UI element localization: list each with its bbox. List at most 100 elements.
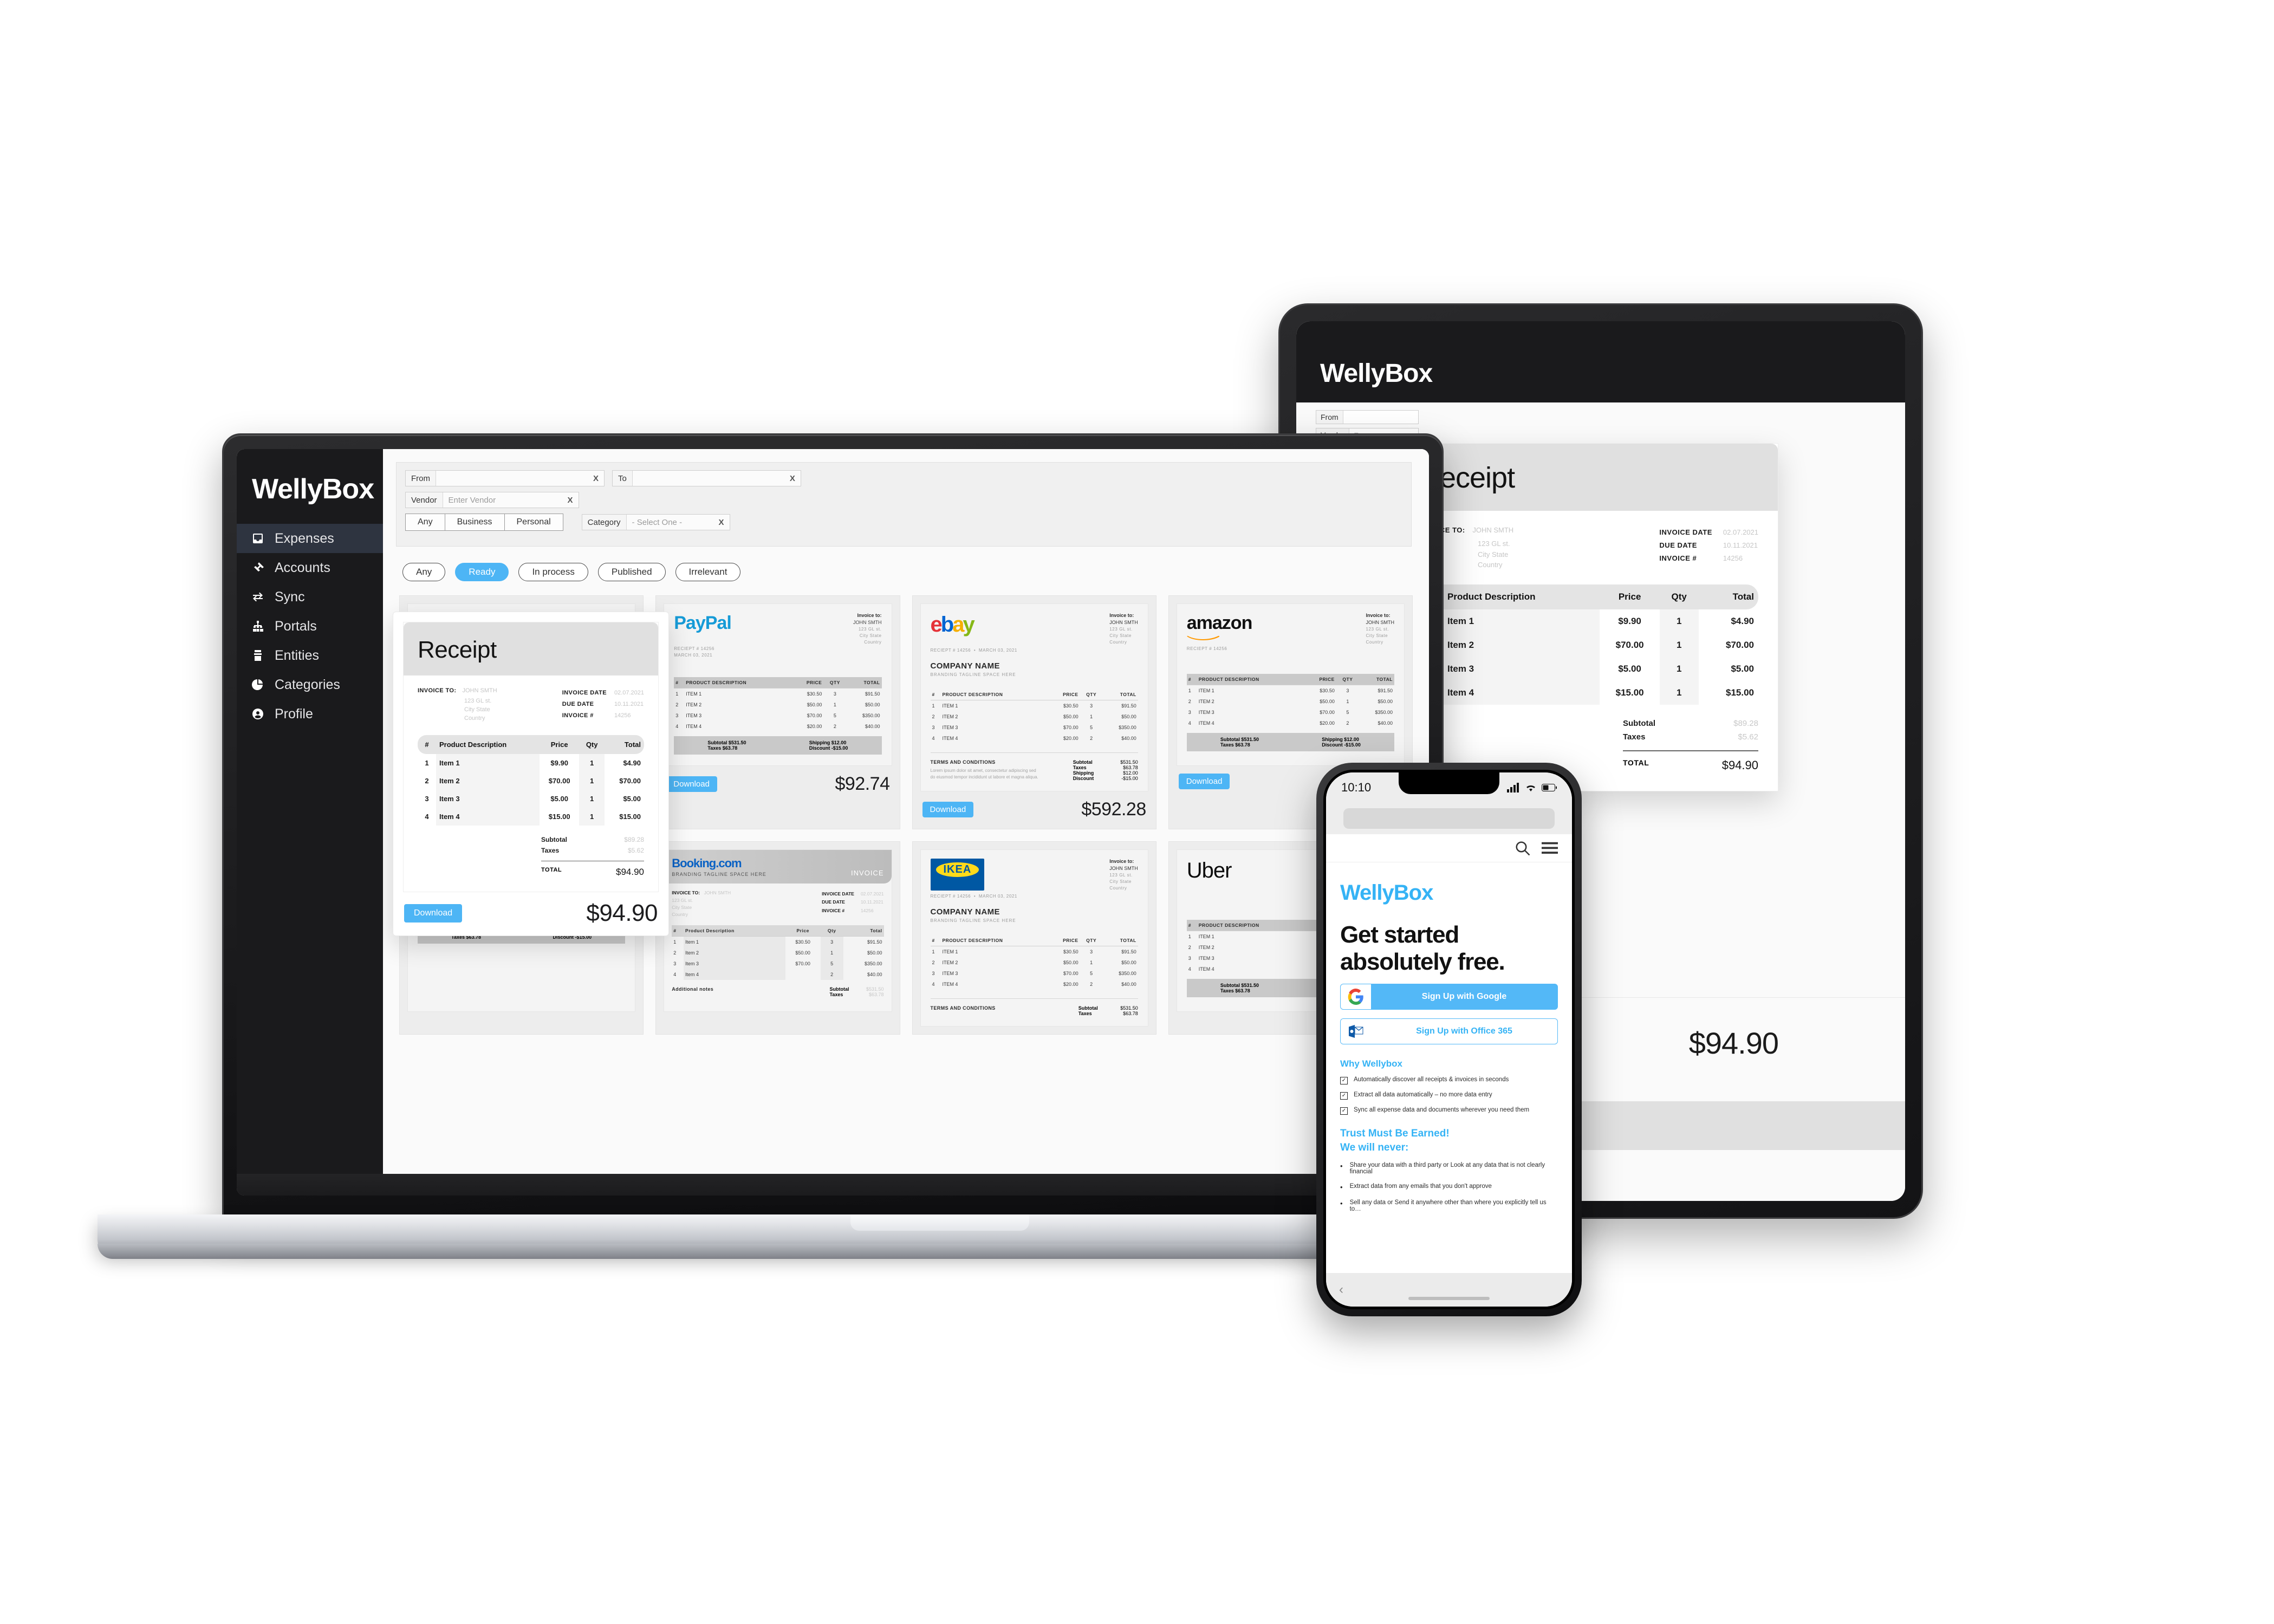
cell-num: 3 [932,971,935,976]
cell-price: $30.50 [807,691,822,697]
sidebar-item-profile[interactable]: Profile [237,699,383,729]
tablet-amount: $94.90 [1688,1026,1779,1060]
cell-qty: 3 [1346,688,1349,693]
ikea-taxes-label: Taxes [1078,1011,1092,1016]
category-field[interactable]: Category - Select One - X [581,514,730,530]
table-row: 1 ITEM 1 $30.50 3 $91.50 [931,946,1138,958]
cell-qty: 1 [833,702,836,707]
ebay-subtotal-value: $531.50 [1120,759,1138,765]
phone-notch [1399,772,1499,794]
trust-item-text: Share your data with a third party or Lo… [1349,1162,1545,1175]
to-input[interactable]: X [632,471,801,486]
featured-receipt-footer: Download $94.90 [403,892,659,927]
receipt-card-ebay[interactable]: ebay Invoice to: JOHN SMTH 123 GL st. Ci… [912,595,1157,829]
cell-qty: 5 [1090,971,1093,976]
vendor-input[interactable]: Enter Vendor X [443,492,579,508]
chevron-left-icon[interactable]: ‹ [1339,1282,1343,1297]
category-clear-icon[interactable]: X [719,518,724,527]
signup-office365-button[interactable]: Sign Up with Office 365 [1340,1018,1558,1045]
table-row: 4Item 4$15.001$15.00 [1419,680,1758,705]
download-button-paypal[interactable]: Download [666,776,717,792]
signup-google-button[interactable]: Sign Up with Google [1340,984,1558,1010]
sidebar-item-entities[interactable]: Entities [237,641,383,670]
type-button-business[interactable]: Business [444,514,505,531]
cell-qty: 1 [1346,699,1349,704]
from-input[interactable]: X [436,471,604,486]
from-clear-icon[interactable]: X [593,474,599,483]
table-row: 3Item 3$5.001$5.00 [1419,657,1758,681]
uber-taxes-value: $63.78 [1235,988,1250,993]
tablet-col-desc: Product Description [1443,584,1600,609]
booking-meta-k-0: INVOICE DATE [822,891,854,897]
pill-published[interactable]: Published [597,563,666,581]
sidebar-item-accounts[interactable]: Accounts [237,553,383,582]
receipt-card-ikea[interactable]: IKEA Invoice to: JOHN SMTH 123 GL st. Ci… [912,841,1157,1035]
paypal-col-1: PRODUCT DESCRIPTION [684,677,792,688]
tablet-col-qty: Qty [1659,584,1699,609]
pill-ready[interactable]: Ready [455,563,509,581]
doc-ebay: ebay Invoice to: JOHN SMTH 123 GL st. Ci… [920,603,1148,791]
google-g-icon [1341,984,1371,1010]
sidebar-label-portals: Portals [275,618,317,634]
sidebar-item-expenses[interactable]: Expenses [237,524,383,553]
search-icon[interactable] [1515,840,1531,856]
phone-url-field[interactable] [1343,808,1555,829]
receipt-card-booking[interactable]: Booking.com BRANDING TAGLINE SPACE HERE … [655,841,900,1035]
type-button-personal[interactable]: Personal [504,514,563,531]
phone-browser-urlbar[interactable] [1326,803,1572,834]
featured-meta-k-1: DUE DATE [562,700,594,707]
cell-qty: 1 [579,771,605,790]
table-row: 3 ITEM 3 $70.00 5 $350.00 [931,968,1138,979]
cell-qty: 1 [579,807,605,826]
ebay-invoice-to-name: JOHN SMTH [1109,620,1138,625]
type-button-any[interactable]: Any [405,514,445,531]
ebay-col-1: PRODUCT DESCRIPTION [940,689,1049,700]
tablet-receipt-header: Receipt [1400,444,1778,511]
ikea-subtotal-value: $531.50 [1120,1005,1138,1011]
category-select[interactable]: - Select One - X [626,515,730,530]
paypal-invoice-to-name: JOHN SMTH [853,620,882,625]
pill-irrelevant[interactable]: Irrelevant [675,563,741,581]
table-row: 4 Item 4 2 $40.00 [672,969,883,980]
cell-qty: 2 [1090,736,1093,741]
sidebar-item-categories[interactable]: Categories [237,670,383,699]
to-clear-icon[interactable]: X [790,474,795,483]
pill-any[interactable]: Any [402,563,446,581]
cell-price: $70.00 [1063,725,1078,730]
cell-total: $4.90 [1731,615,1754,626]
download-button-ebay[interactable]: Download [922,802,974,817]
hamburger-menu-icon[interactable] [1542,841,1558,855]
paypal-items-table: # PRODUCT DESCRIPTION PRICE QTY TOTAL 1 I… [674,677,882,732]
booking-meta-v-0: 02.07.2021 [860,891,884,897]
tablet-from-field[interactable]: From [1316,410,1419,424]
pill-in-process[interactable]: In process [518,563,588,581]
ikea-company-name: COMPANY NAME [930,907,1000,917]
cell-desc: Item 2 [684,947,785,959]
cell-total: $5.00 [1731,663,1754,674]
why-item-text: Extract all data automatically – no more… [1354,1092,1492,1099]
booking-taxes-label: Taxes [829,992,843,998]
sidebar-item-sync[interactable]: Sync [237,582,383,612]
from-field[interactable]: From X [405,470,605,486]
tablet-featured-receipt[interactable]: Receipt INVOICE TO: JOHN SMTH 123 GL st.… [1399,443,1778,791]
to-field[interactable]: To X [612,470,801,486]
vendor-field[interactable]: Vendor Enter Vendor X [405,492,579,508]
booking-subtotal-value: $531.50 [866,986,884,992]
featured-total-label: TOTAL [541,866,562,873]
wellybox-app: WellyBox Expenses Accounts Sync Portals … [237,449,1429,1196]
checkbox-checked-icon: ✓ [1340,1107,1348,1115]
phone-clock: 10:10 [1341,781,1372,794]
vendor-clear-icon[interactable]: X [568,496,573,505]
sidebar-item-portals[interactable]: Portals [237,612,383,641]
featured-receipt-card[interactable]: Receipt INVOICE TO: JOHN SMTH 123 GL st.… [393,612,669,936]
receipt-card-paypal[interactable]: PayPal Invoice to: JOHN SMTH 123 GL st. … [655,595,900,829]
tablet-meta-k-1: DUE DATE [1659,541,1697,550]
featured-download-button[interactable]: Download [404,904,463,923]
booking-invoice-to-label: INVOICE TO: [672,890,700,895]
cell-price: $50.00 [1063,960,1078,965]
download-button-amazon[interactable]: Download [1178,774,1230,789]
table-row: 4Item 4$15.001$15.00 [418,807,644,826]
bullet-icon: • [1340,1162,1343,1171]
cell-num: 4 [932,736,935,741]
paypal-logo: PayPal [674,613,732,633]
